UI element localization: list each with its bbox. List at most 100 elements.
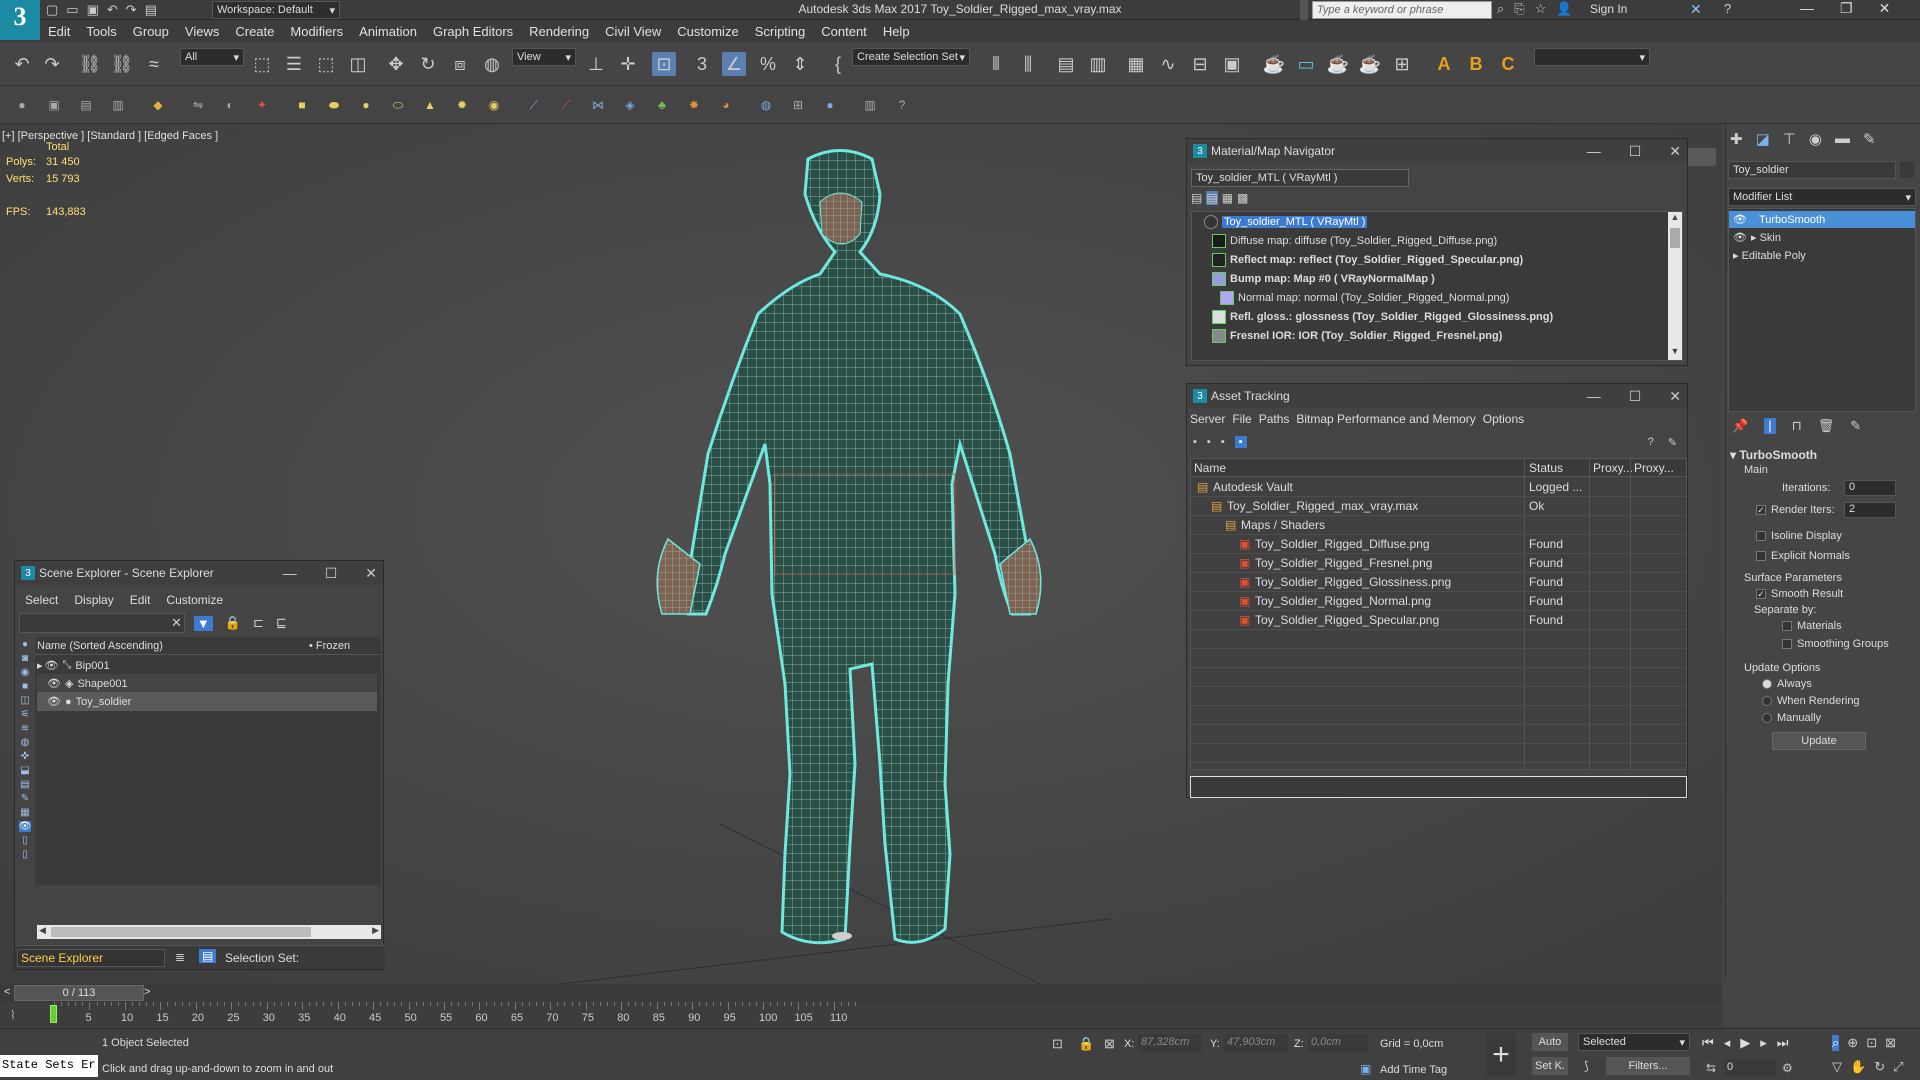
set-key-button[interactable]: Set K. [1532,1057,1568,1075]
minimize-icon[interactable]: — [1587,143,1601,159]
redo-icon[interactable]: ↷ [126,2,137,18]
render-production-icon[interactable]: ☕ [1326,52,1350,76]
asset-help-icon[interactable]: ? [1648,436,1654,449]
viewport-label-menu[interactable]: [+] [Perspective ] [Standard ] [Edged Fa… [2,130,218,142]
update-button[interactable]: Update [1772,732,1866,750]
menu-civil-view[interactable]: Civil View [605,24,661,39]
toolbar2-btn-20-icon[interactable]: ♣ [652,95,672,115]
materials-checkbox[interactable]: Materials [1782,620,1842,632]
tab-utilities-icon[interactable]: ✎ [1863,130,1876,148]
scene-tree-hscrollbar[interactable]: ◀ ▶ [37,925,381,939]
sign-in-link[interactable]: Sign In [1590,2,1627,16]
close-icon[interactable]: ✕ [1669,143,1681,160]
tab-modify-icon[interactable]: ◪ [1756,130,1770,148]
window-crossing-icon[interactable]: ◫ [346,52,370,76]
object-name-field[interactable]: Toy_soldier [1728,161,1896,179]
asset-row[interactable]: ▣ Toy_Soldier_Rigged_Normal.png Found [1191,592,1686,611]
hierarchy-icon[interactable]: ⊏ [253,615,264,631]
x-coord-field[interactable]: 87,328cm [1138,1034,1202,1052]
rotate-icon[interactable]: ↻ [416,52,440,76]
filter-xrefs-icon[interactable]: ◍ [21,737,30,748]
isoline-display-checkbox[interactable]: Isoline Display [1756,530,1842,542]
visibility-eye-icon[interactable]: 👁 [1733,214,1747,226]
spinner-snap-icon[interactable]: ⇕ [788,52,812,76]
menu-modifiers[interactable]: Modifiers [290,24,343,39]
close-app-store-icon[interactable]: ✕ [1690,1,1702,18]
update-manually-radio[interactable]: Manually [1762,712,1821,724]
rect-selection-icon[interactable]: ⬚ [314,52,338,76]
named-selection-sets-dropdown[interactable]: Create Selection Set ▾ [852,48,970,66]
toolbar2-btn-2-icon[interactable]: ▣ [44,95,64,115]
y-coord-field[interactable]: 47,903cm [1224,1034,1288,1052]
ribbon-toggle-icon[interactable]: ▦ [1124,52,1148,76]
asset-row[interactable]: ▣ Toy_Soldier_Rigged_Specular.png Found [1191,611,1686,630]
render-setup-icon[interactable]: ☕ [1262,52,1286,76]
asset-view-icon-3[interactable]: ▪ [1221,436,1225,448]
expand-icon[interactable]: ▸ [1733,250,1739,262]
tab-create-icon[interactable]: ✚ [1730,130,1743,148]
filter-bones-icon[interactable]: ✜ [21,751,29,762]
asset-view-icon-2[interactable]: ▪ [1207,436,1211,448]
scene-menu-select[interactable]: Select [25,593,58,607]
make-unique-icon[interactable]: ⊓ [1792,418,1802,434]
visibility-eye-icon[interactable]: 👁 [47,695,61,708]
asset-tracking-titlebar[interactable]: 3 Asset Tracking — ☐ ✕ [1187,384,1687,408]
asset-row[interactable]: ▣ Toy_Soldier_Rigged_Diffuse.png Found [1191,535,1686,554]
named-selection-icon[interactable]: { [826,52,850,76]
stack-item-turbosmooth[interactable]: 👁 TurboSmooth [1729,211,1915,228]
material-navigator-titlebar[interactable]: 3 Material/Map Navigator — ☐ ✕ [1187,139,1687,163]
menu-scripting[interactable]: Scripting [755,24,806,39]
app-logo[interactable]: 3 [0,0,40,40]
material-tree-item-4[interactable]: Normal map: normal (Toy_Soldier_Rigged_N… [1220,288,1509,307]
toolbar2-btn-14-icon[interactable]: ✹ [452,95,472,115]
current-frame-field[interactable]: 0 [1724,1059,1776,1077]
add-time-tag-button[interactable]: Add Time Tag [1380,1064,1447,1076]
toolbar2-btn-10-icon[interactable]: ⬬ [324,95,344,115]
col-name[interactable]: Name [1194,461,1226,475]
tab-motion-icon[interactable]: ◉ [1809,130,1822,148]
filter-containers-icon[interactable]: ⬓ [20,765,29,776]
scene-explorer-titlebar[interactable]: 3 Scene Explorer - Scene Explorer — ☐ ✕ [15,561,383,585]
col-name-sorted[interactable]: Name (Sorted Ascending) [37,640,163,652]
toolbar2-btn-4-icon[interactable]: ▥ [108,95,128,115]
scene-item-bip001[interactable]: ▸ 👁 ⤡ Bip001 [37,656,377,675]
undo-icon[interactable]: ↶ [10,52,34,76]
subscription-icon[interactable]: ⎘ [1514,1,1524,17]
scroll-thumb[interactable] [1670,228,1680,248]
material-name-field[interactable]: Toy_soldier_MTL ( VRayMtl ) [1191,169,1409,187]
menu-content[interactable]: Content [821,24,867,39]
restore-icon[interactable]: ❐ [1840,0,1853,17]
toolbar2-btn-12-icon[interactable]: ⬭ [388,95,408,115]
material-tree-item-6[interactable]: Fresnel IOR: IOR (Toy_Soldier_Rigged_Fre… [1212,326,1502,345]
schematic-view-icon[interactable]: ⊟ [1188,52,1212,76]
close-icon[interactable]: ✕ [1879,0,1891,17]
maximize-viewport-icon[interactable]: ⤢ [1893,1059,1903,1075]
toolbar2-btn-19-icon[interactable]: ◈ [620,95,640,115]
view-list-icon[interactable]: ▤ [1191,191,1202,205]
configure-modifier-sets-icon[interactable]: ✎ [1850,418,1861,434]
angle-snap-icon[interactable]: ∠ [722,52,746,76]
minimize-icon[interactable]: — [1587,388,1601,404]
object-color-swatch[interactable] [1900,162,1914,178]
scale-icon[interactable]: ⧈ [448,52,472,76]
tab-display-icon[interactable]: ▬ [1835,130,1850,148]
selection-set-icon[interactable]: ▤ [199,949,217,963]
filter-helpers-icon[interactable]: ◫ [20,695,29,706]
stack-item-editable-poly[interactable]: ▸ Editable Poly [1729,247,1915,264]
vray-text-c-icon[interactable]: C [1496,52,1520,76]
scroll-up-icon[interactable]: ▲ [1668,212,1682,226]
scroll-left-icon[interactable]: ◀ [39,925,46,936]
scene-menu-customize[interactable]: Customize [166,593,223,607]
col-proxy-1[interactable]: Proxy... [1593,461,1633,475]
select-manipulate-icon[interactable]: ✛ [616,52,640,76]
time-slider-track[interactable]: < 0 / 113 > [0,984,1722,1002]
smoothing-groups-checkbox[interactable]: Smoothing Groups [1782,638,1889,650]
stack-item-skin[interactable]: 👁 ▸ Skin [1729,229,1915,246]
filter-none-icon[interactable]: ▯ [22,835,28,846]
filter-icon[interactable]: ▼ [193,615,213,631]
z-coord-field[interactable]: 0,0cm [1308,1034,1368,1052]
workspace-dropdown[interactable]: Workspace: Default ▾ [212,1,340,19]
maximize-icon[interactable]: ☐ [325,565,338,582]
key-mode-icon[interactable]: ⇆ [1706,1061,1716,1075]
menu-tools[interactable]: Tools [86,24,116,39]
